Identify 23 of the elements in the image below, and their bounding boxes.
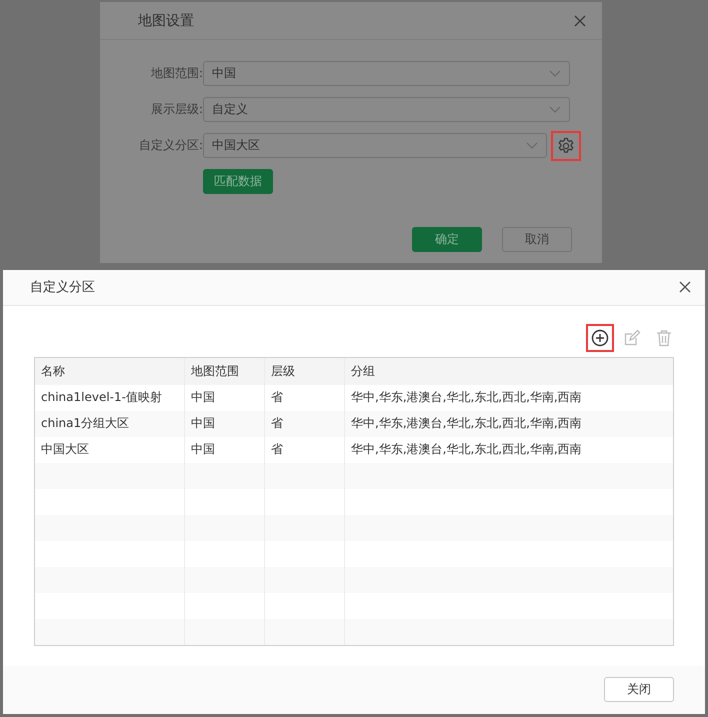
close-icon[interactable] <box>574 14 586 26</box>
table-cell-text: 华中,华东,港澳台,华北,东北,西北,华南,西南 <box>350 389 583 406</box>
dropdown-field[interactable]: 自定义 <box>203 97 570 122</box>
field-label: 自定义分区: <box>138 137 203 154</box>
dialog-title: 自定义分区 <box>30 279 95 296</box>
confirm-button[interactable]: 确定 <box>412 227 482 252</box>
dialog-title: 地图设置 <box>138 12 194 30</box>
dropdown-field[interactable]: 中国 <box>203 61 570 86</box>
dropdown-field[interactable]: 中国大区 <box>203 133 547 158</box>
caret-icon <box>549 106 561 113</box>
cancel-button[interactable]: 取消 <box>502 227 572 252</box>
field-label: 地图范围: <box>150 65 203 82</box>
field-label: 展示层级: <box>150 101 203 118</box>
caret-icon <box>549 70 561 77</box>
match-data-button[interactable]: 匹配数据 <box>203 169 273 194</box>
table-cell-text: 华中,华东,港澳台,华北,东北,西北,华南,西南 <box>350 441 583 458</box>
add-icon[interactable] <box>586 324 614 352</box>
close-icon[interactable] <box>679 281 691 294</box>
caret-icon <box>526 142 538 149</box>
table-cell-text: 华中,华东,港澳台,华北,东北,西北,华南,西南 <box>350 415 583 432</box>
gear-icon[interactable] <box>551 130 581 160</box>
close-button[interactable]: 关闭 <box>604 677 674 702</box>
column-header: 分组 <box>350 362 376 380</box>
